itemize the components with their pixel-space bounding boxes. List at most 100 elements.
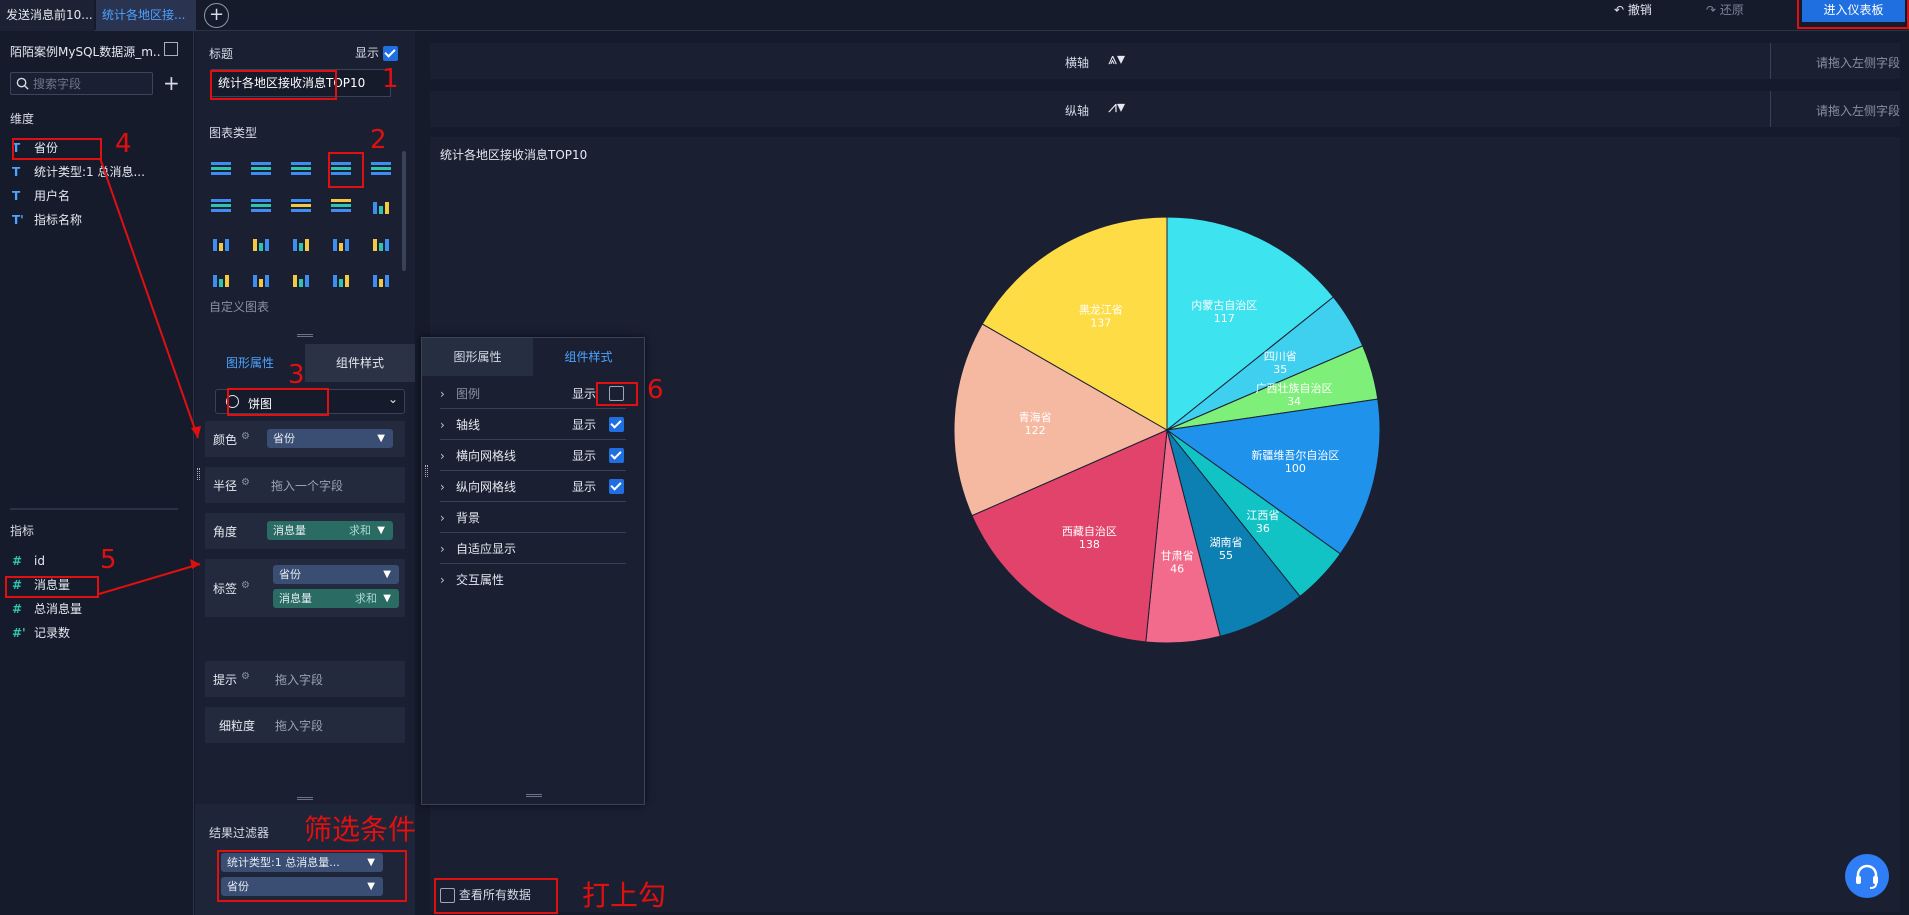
- annotation-box-filters: [217, 850, 407, 902]
- chart-type-bar-icon[interactable]: [369, 196, 393, 216]
- drop-placeholder[interactable]: 拖入字段: [275, 717, 323, 734]
- chart-type-cross-table-icon[interactable]: [249, 159, 273, 179]
- filter-icon[interactable]: ▼: [377, 521, 385, 540]
- drag-handle-icon[interactable]: [425, 465, 428, 477]
- angle-field-pill[interactable]: 消息量 求和 ▼: [267, 521, 393, 540]
- chart-type-detail-table-icon[interactable]: [289, 159, 313, 179]
- chart-type-heatmap-icon[interactable]: [289, 196, 313, 216]
- chart-type-grouped-table-icon[interactable]: [249, 196, 273, 216]
- chart-type-scrollbar[interactable]: [402, 151, 406, 271]
- property-tooltip: 提示 ⚙ 拖入字段: [205, 661, 405, 697]
- icon-bar: [251, 204, 271, 207]
- property-granularity: 细粒度 拖入字段: [205, 707, 405, 743]
- title-show-toggle[interactable]: 显示: [355, 44, 398, 61]
- filter-icon[interactable]: ▼: [377, 429, 385, 448]
- chart-type-bubble-icon[interactable]: [329, 269, 353, 289]
- title-show-checkbox[interactable]: [382, 46, 398, 61]
- aggregation-label[interactable]: 求和: [349, 521, 371, 540]
- switch-datasource-icon[interactable]: [164, 42, 178, 56]
- dimension-field-metric-name[interactable]: T' 指标名称: [12, 210, 192, 230]
- table-icon: [211, 162, 231, 175]
- dimension-field-username[interactable]: T 用户名: [12, 186, 192, 206]
- chart-type-area-icon[interactable]: [369, 233, 393, 253]
- tab-region-stats[interactable]: 统计各地区接...: [96, 0, 196, 31]
- v-grid-show-checkbox[interactable]: [609, 479, 624, 494]
- popover-tab-shape[interactable]: 图形属性: [422, 338, 533, 376]
- style-row-adaptive[interactable]: › 自适应显示: [440, 534, 626, 564]
- label-field-pill-province[interactable]: 省份 ▼: [273, 565, 399, 584]
- chart-type-pie-icon[interactable]: [369, 269, 393, 289]
- resize-handle-icon[interactable]: [297, 797, 313, 800]
- icon-bar: [291, 162, 311, 165]
- style-row-axis[interactable]: › 轴线 显示: [440, 410, 626, 440]
- settings-icon[interactable]: ⚙: [241, 477, 250, 488]
- chart-type-table-icon[interactable]: [209, 159, 233, 179]
- chart-type-line-icon[interactable]: [329, 233, 353, 253]
- undo-button[interactable]: ↶ 撤销: [1614, 0, 1652, 31]
- axis-type-icon[interactable]: ⩓▾: [1108, 49, 1125, 69]
- area-icon: [373, 239, 389, 251]
- chart-type-waterfall-icon[interactable]: [289, 233, 313, 253]
- redo-button[interactable]: ↷ 还原: [1706, 0, 1744, 31]
- resize-handle-icon[interactable]: [297, 334, 313, 337]
- measure-field-total-messages[interactable]: # 总消息量: [12, 599, 192, 619]
- popover-tab-style[interactable]: 组件样式: [533, 338, 644, 376]
- pie-label-name: 甘肃省: [1161, 550, 1194, 563]
- chart-type-scatter-icon[interactable]: [289, 269, 313, 289]
- color-field-pill[interactable]: 省份 ▼: [267, 429, 393, 448]
- chart-type-smooth-line-icon[interactable]: [249, 269, 273, 289]
- annotation-box-view-all: [434, 878, 558, 914]
- style-row-background[interactable]: › 背景: [440, 503, 626, 533]
- icon-bar: [291, 204, 311, 207]
- annotation-box-province: [12, 138, 102, 160]
- filter-icon[interactable]: ▼: [383, 565, 391, 584]
- search-input[interactable]: [33, 75, 148, 92]
- icon-bar: [385, 239, 389, 251]
- resize-handle-icon[interactable]: [526, 794, 542, 797]
- tab-component-style[interactable]: 组件样式: [305, 344, 415, 382]
- panel-splitter[interactable]: [10, 508, 178, 510]
- h-grid-show-checkbox[interactable]: [609, 448, 624, 463]
- row-show-label: 显示: [571, 418, 596, 432]
- icon-bar: [251, 209, 271, 212]
- settings-icon[interactable]: ⚙: [241, 671, 250, 682]
- title-section-label: 标题: [209, 47, 234, 61]
- axis-show-checkbox[interactable]: [609, 417, 624, 432]
- chart-type-column-icon[interactable]: [209, 233, 233, 253]
- pill-label: 省份: [279, 568, 301, 581]
- chart-type-map-icon[interactable]: [329, 196, 353, 216]
- dimension-field-stat-type[interactable]: T 统计类型:1 总消息...: [12, 162, 192, 182]
- drop-placeholder[interactable]: 拖入一个字段: [271, 477, 343, 494]
- annotation-number-2: 2: [370, 125, 387, 155]
- add-field-button[interactable]: +: [163, 71, 180, 95]
- drag-handle-icon[interactable]: [197, 468, 200, 480]
- drop-placeholder[interactable]: 拖入字段: [275, 671, 323, 688]
- chart-type-number-card-icon[interactable]: [369, 159, 393, 179]
- style-row-h-grid[interactable]: › 横向网格线 显示: [440, 441, 626, 471]
- settings-icon[interactable]: ⚙: [241, 431, 250, 442]
- y-axis-drop-hint[interactable]: 请拖入左侧字段: [1816, 102, 1900, 119]
- chart-type-stacked-bar-icon[interactable]: [249, 233, 273, 253]
- property-label: 颜色: [213, 433, 238, 447]
- x-axis-label: 横轴: [1065, 56, 1090, 70]
- label-field-pill-messages[interactable]: 消息量 求和 ▼: [273, 589, 399, 608]
- filter-icon[interactable]: ▼: [383, 589, 391, 608]
- add-tab-button[interactable]: +: [204, 3, 229, 28]
- settings-icon[interactable]: ⚙: [241, 580, 250, 591]
- stacked-bar-icon: [253, 239, 269, 251]
- customer-service-icon[interactable]: [1845, 854, 1889, 898]
- chart-type-summary-table-icon[interactable]: [209, 196, 233, 216]
- property-label: 半径: [213, 479, 238, 493]
- aggregation-label[interactable]: 求和: [355, 589, 377, 608]
- tab-send-messages[interactable]: 发送消息前10...: [0, 0, 94, 31]
- property-label: 提示: [213, 673, 238, 687]
- style-row-v-grid[interactable]: › 纵向网格线 显示: [440, 472, 626, 502]
- style-row-interaction[interactable]: › 交互属性: [440, 565, 626, 595]
- measure-field-record-count[interactable]: #' 记录数: [12, 623, 192, 643]
- datasource-name[interactable]: 陌陌案例MySQL数据源_m...: [10, 43, 160, 60]
- custom-chart-label[interactable]: 自定义图表: [209, 298, 269, 315]
- icon-bar: [345, 239, 349, 251]
- line-chart-icon[interactable]: ⩘▾: [1108, 97, 1125, 117]
- chart-type-radar-icon[interactable]: [209, 269, 233, 289]
- x-axis-drop-hint[interactable]: 请拖入左侧字段: [1816, 54, 1900, 71]
